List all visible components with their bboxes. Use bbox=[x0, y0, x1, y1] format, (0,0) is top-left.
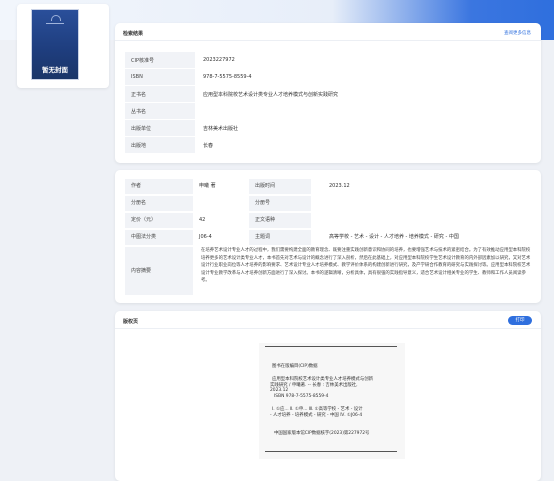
cip-line: 中国国家版本馆CIP数据核字(2023)第227972号 bbox=[274, 431, 370, 436]
language-value bbox=[323, 213, 429, 228]
subject-label: 主题词 bbox=[249, 230, 311, 245]
row-value: 应用型本科院校艺术设计类专业人才培养模式与创新实践研究 bbox=[195, 85, 533, 103]
table-row: 出版单位 吉林美术出版社 bbox=[125, 119, 533, 137]
divider bbox=[115, 328, 541, 329]
row-value: 2023227972 bbox=[195, 52, 533, 69]
table-row: 正书名 应用型本科院校艺术设计类专业人才培养模式与创新实践研究 bbox=[125, 85, 533, 103]
author-value: 申曦 著 bbox=[199, 183, 216, 189]
volno-value bbox=[323, 196, 429, 211]
clc-label: 中图法分类 bbox=[125, 230, 193, 245]
row-label: CIP核准号 bbox=[125, 52, 195, 69]
cip-top-rule bbox=[265, 346, 397, 347]
series-label: 分册名 bbox=[125, 196, 193, 211]
row-label: 出版地 bbox=[125, 136, 195, 154]
author-label: 作者 bbox=[125, 179, 193, 194]
price-value: 42 bbox=[199, 217, 206, 223]
clc-value: J06-4 bbox=[199, 234, 212, 240]
price-label: 定价（元） bbox=[125, 213, 193, 228]
row-value bbox=[195, 102, 533, 120]
pubdate-label: 出版时间 bbox=[249, 179, 311, 194]
table-row: CIP核准号 2023227972 bbox=[125, 52, 533, 69]
language-label: 正文语种 bbox=[249, 213, 311, 228]
results-panel: 检索结果 查阅更多信息 CIP核准号 2023227972 ISBN 978-7… bbox=[115, 23, 541, 163]
more-info-link[interactable]: 查阅更多信息 bbox=[504, 30, 531, 36]
cip-card bbox=[259, 343, 405, 459]
cip-line: - 人才培养 - 培养模式 - 研究 - 中国 Ⅳ. ①J06-4 bbox=[270, 413, 363, 418]
table-row: 丛书名 bbox=[125, 102, 533, 120]
subject-value: 高等学校 - 艺术 - 设计 - 人才培养 - 培养模式 - 研究 - 中国 bbox=[329, 234, 459, 240]
cip-heading: 图书在版编目(CIP)数据 bbox=[272, 364, 318, 369]
copyright-panel: 版权页 打印 图书在版编目(CIP)数据 应用型本科院校艺术设计类专业人才培养模… bbox=[115, 311, 541, 481]
series-value bbox=[193, 196, 247, 211]
print-button[interactable]: 打印 bbox=[508, 316, 532, 325]
row-value: 978-7-5575-8559-4 bbox=[195, 68, 533, 86]
row-label: 出版单位 bbox=[125, 119, 195, 137]
results-title: 检索结果 bbox=[123, 31, 144, 37]
row-label: ISBN bbox=[125, 68, 195, 86]
pubdate-value: 2023.12 bbox=[329, 183, 350, 189]
cover-title: 暂无封面 bbox=[42, 66, 68, 74]
row-label: 正书名 bbox=[125, 85, 195, 103]
results-table: CIP核准号 2023227972 ISBN 978-7-5575-8559-4… bbox=[125, 52, 533, 154]
divider bbox=[115, 40, 541, 41]
details-panel: 作者 申曦 著 出版时间 2023.12 分册名 分册号 定价（元） 42 正文… bbox=[115, 170, 541, 303]
abstract-label: 内容摘要 bbox=[125, 247, 193, 295]
row-value: 吉林美术出版社 bbox=[195, 119, 533, 137]
book-cover-placeholder: 暂无封面 bbox=[31, 9, 79, 80]
cip-line: 2023.12 bbox=[270, 388, 289, 393]
row-value: 长春 bbox=[195, 136, 533, 154]
publisher-logo-icon bbox=[46, 15, 64, 24]
cip-line: ISBN 978-7-5575-8559-4 bbox=[274, 394, 329, 399]
volno-label: 分册号 bbox=[249, 196, 311, 211]
table-row: 出版地 长春 bbox=[125, 136, 533, 154]
table-row: ISBN 978-7-5575-8559-4 bbox=[125, 68, 533, 86]
abstract-text: 在培养艺术设计专业人才的过程中，我们需要构建全面的教育理念、既要注重实践创新意识… bbox=[201, 248, 531, 284]
copyright-title: 版权页 bbox=[123, 319, 139, 325]
cip-bottom-rule bbox=[265, 451, 397, 452]
row-label: 丛书名 bbox=[125, 102, 195, 120]
